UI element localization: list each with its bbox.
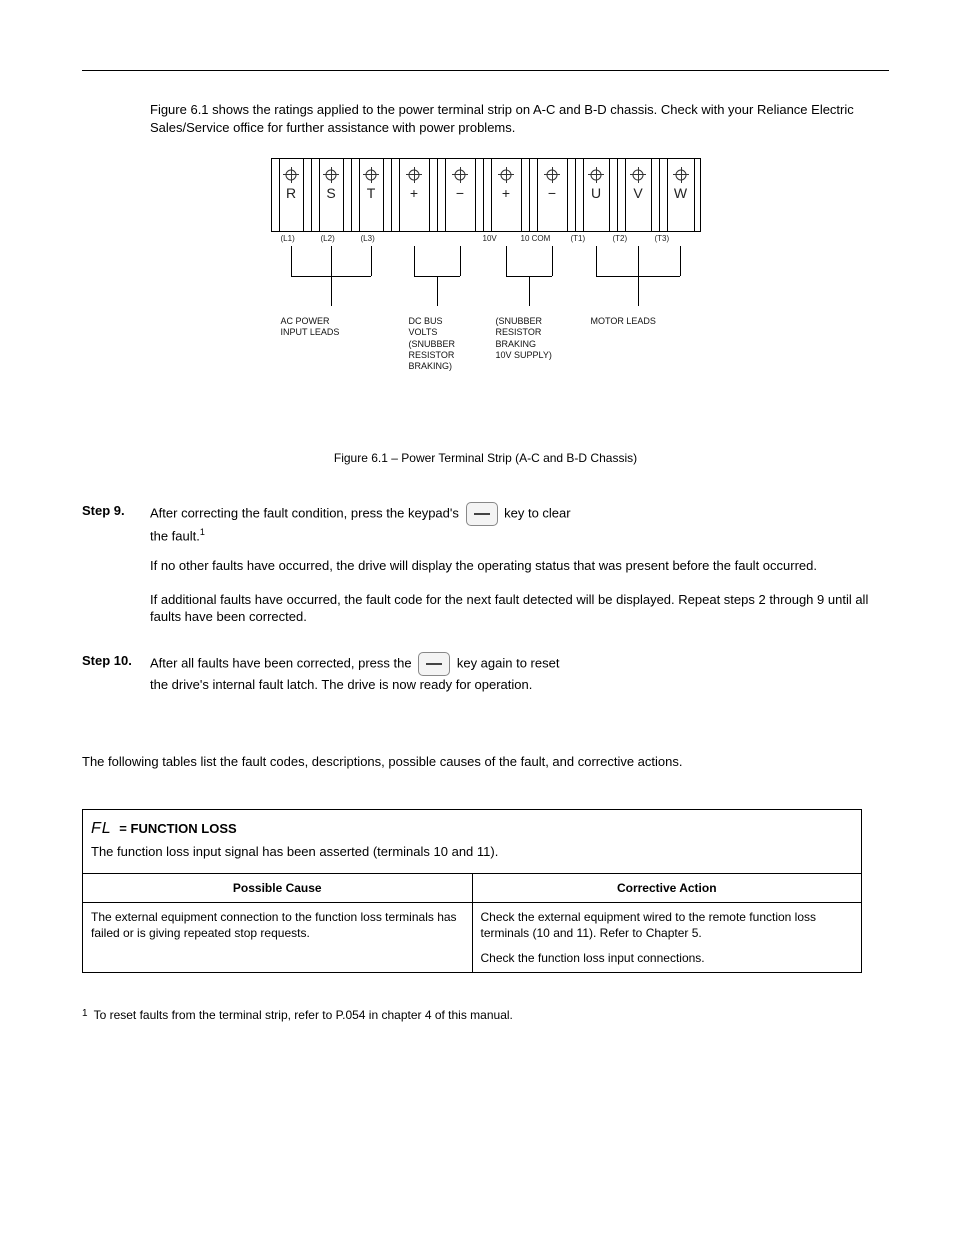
terminal-diagram: R S T + − + − U V W (L1) (L2) (L3) 10V 1… (82, 158, 889, 438)
fault-code: FL (91, 820, 112, 837)
step9-sub1: If no other faults have occurred, the dr… (82, 557, 889, 575)
step9-text: After correcting the fault condition, pr… (150, 502, 889, 545)
step9-a: After correcting the fault condition, pr… (150, 506, 459, 521)
action1: Check the external equipment wired to th… (481, 909, 854, 941)
step10-a: After all faults have been corrected, pr… (150, 655, 412, 670)
sublabel-10V: 10V (483, 234, 497, 245)
step9-label: Step 9. (82, 502, 150, 520)
sublabel-10COM: 10 COM (521, 234, 551, 245)
term-minus1: − (438, 184, 483, 203)
terminal-strip: R S T + − + − U V W (271, 158, 701, 232)
term-S: S (312, 184, 351, 203)
stop-reset-key-icon (466, 502, 498, 526)
action-cell: Check the external equipment wired to th… (472, 903, 862, 973)
term-U: U (576, 184, 617, 203)
term-V: V (618, 184, 659, 203)
fault-name: = FUNCTION LOSS (119, 821, 236, 836)
step9-b: key to clear (504, 506, 570, 521)
footnote-ref: 1 (200, 527, 205, 537)
figure-caption: Figure 6.1 – Power Terminal Strip (A-C a… (82, 450, 889, 466)
term-minus2: − (530, 184, 575, 203)
grp-snubber: (SNUBBER RESISTOR BRAKING 10V SUPPLY) (496, 316, 566, 361)
footnote-mark: 1 (82, 1007, 88, 1023)
sublabel-L1: (L1) (281, 234, 295, 245)
grp-motor: MOTOR LEADS (591, 316, 691, 327)
sublabel-T2: (T2) (613, 234, 628, 245)
fault-desc: The function loss input signal has been … (83, 841, 862, 873)
cause-cell: The external equipment connection to the… (83, 903, 473, 973)
term-plus1: + (392, 184, 437, 203)
term-R: R (272, 184, 311, 203)
step10-text: After all faults have been corrected, pr… (150, 652, 889, 694)
step10-b: key again to reset (457, 655, 560, 670)
stop-reset-key-icon-2 (418, 652, 450, 676)
grp-ac-power: AC POWER INPUT LEADS (281, 316, 371, 339)
intro-para: Figure 6.1 shows the ratings applied to … (82, 101, 889, 136)
th-action: Corrective Action (472, 874, 862, 903)
term-T: T (352, 184, 391, 203)
term-W: W (660, 184, 702, 203)
grp-dc-bus: DC BUS VOLTS (SNUBBER RESISTOR BRAKING) (409, 316, 479, 372)
sublabel-T3: (T3) (655, 234, 670, 245)
sublabel-L2: (L2) (321, 234, 335, 245)
step10-c: the drive's internal fault latch. The dr… (150, 677, 532, 692)
fault-table: FL = FUNCTION LOSS The function loss inp… (82, 809, 862, 973)
term-plus2: + (484, 184, 529, 203)
step10-label: Step 10. (82, 652, 150, 670)
step9-c: the fault. (150, 529, 200, 544)
step9-sub2: If additional faults have occurred, the … (82, 591, 889, 626)
sublabel-T1: (T1) (571, 234, 586, 245)
th-cause: Possible Cause (83, 874, 473, 903)
page-rule (82, 70, 889, 71)
section-intro: The following tables list the fault code… (82, 753, 889, 771)
footnote-text: To reset faults from the terminal strip,… (94, 1007, 513, 1023)
action2: Check the function loss input connection… (481, 950, 854, 966)
sublabel-L3: (L3) (361, 234, 375, 245)
